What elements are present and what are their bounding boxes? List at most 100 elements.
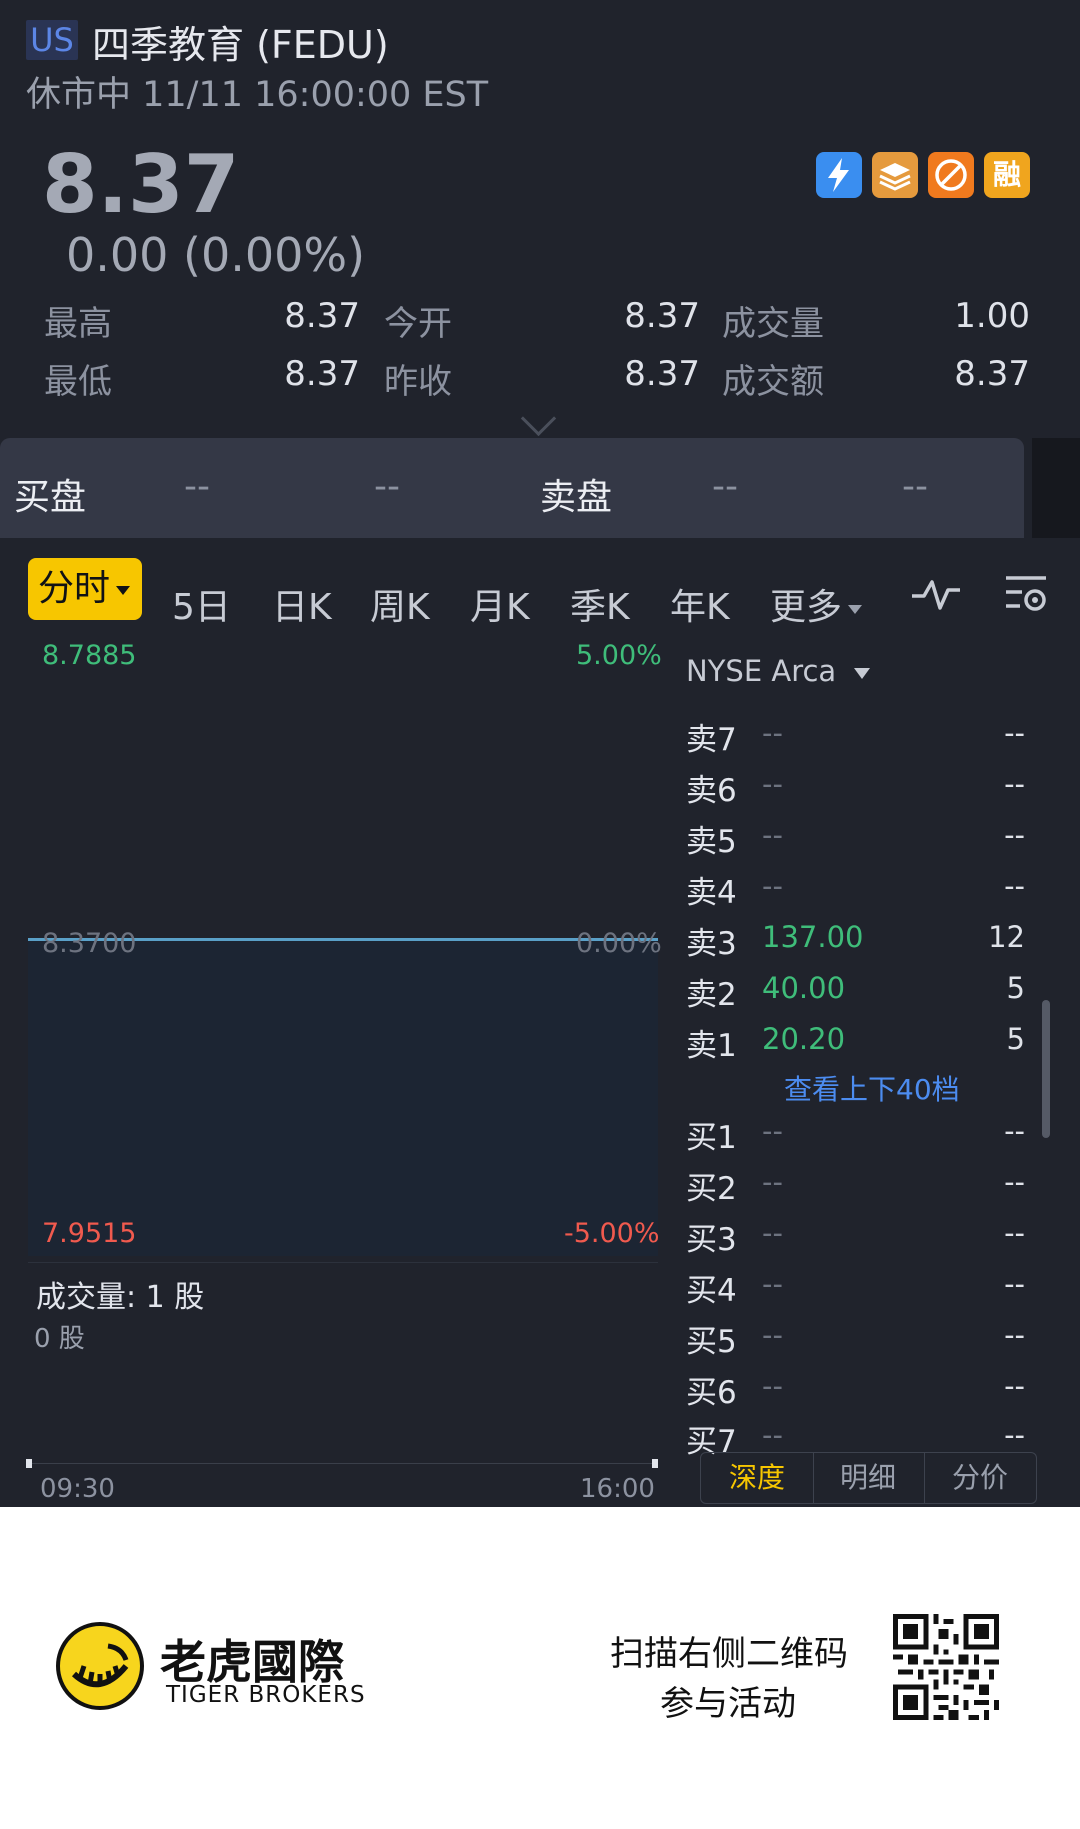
ask-level-price: -- xyxy=(762,818,783,852)
chart-mid-pct: 0.00% xyxy=(576,928,662,959)
chart-bottom-price: 7.9515 xyxy=(42,1218,137,1249)
ask-level-price: -- xyxy=(762,869,783,903)
exchange-selector[interactable]: NYSE Arca xyxy=(686,654,871,688)
volume-value: 1.00 xyxy=(954,296,1030,336)
ask-level-qty: -- xyxy=(1004,716,1025,750)
ask-level-label: 卖2 xyxy=(686,977,737,1013)
market-badge: US xyxy=(26,20,78,60)
ask-level-qty: 5 xyxy=(1006,1022,1025,1056)
high-label: 最高 xyxy=(44,304,112,344)
turnover-value: 8.37 xyxy=(954,354,1030,394)
chart-settings-icon[interactable] xyxy=(1002,570,1050,622)
chart-top-price: 8.7885 xyxy=(42,640,137,671)
time-axis-start-tick xyxy=(26,1459,32,1468)
prev-close-value: 8.37 xyxy=(624,354,700,394)
open-label: 今开 xyxy=(384,304,452,344)
turnover-label: 成交额 xyxy=(722,362,824,402)
price-change: 0.00 (0.00%) xyxy=(66,228,366,282)
ask-label: 卖盘 xyxy=(540,477,613,518)
last-price: 8.37 xyxy=(42,138,240,231)
tab-more[interactable]: 更多 xyxy=(770,578,863,630)
bid-level-price: -- xyxy=(762,1369,783,1403)
bid-level-qty: -- xyxy=(1004,1369,1025,1403)
bid-level-qty: -- xyxy=(1004,1418,1025,1452)
tab-detail[interactable]: 明细 xyxy=(812,1452,925,1504)
tab-monthly-k[interactable]: 月K xyxy=(470,578,530,630)
bid-level-qty: -- xyxy=(1004,1318,1025,1352)
ask-level-label: 卖6 xyxy=(686,773,737,809)
tab-intraday[interactable]: 分时 xyxy=(28,558,142,620)
low-label: 最低 xyxy=(44,362,112,402)
chart-top-pct: 5.00% xyxy=(576,640,662,671)
ask-level-label: 卖7 xyxy=(686,722,737,758)
time-end: 16:00 xyxy=(580,1474,655,1504)
ask-value-2: -- xyxy=(902,466,928,507)
ask-level-price: -- xyxy=(762,767,783,801)
ask-level-price: 137.00 xyxy=(762,920,864,954)
bid-level-price: -- xyxy=(762,1418,783,1452)
stock-title: 四季教育 (FEDU) xyxy=(92,23,389,67)
high-value: 8.37 xyxy=(284,296,360,336)
caret-down-icon xyxy=(848,604,863,614)
tab-5day[interactable]: 5日 xyxy=(172,578,231,630)
bid-level-label: 买1 xyxy=(686,1120,737,1156)
ask-level-qty: 5 xyxy=(1006,971,1025,1005)
bid-level-qty: -- xyxy=(1004,1216,1025,1250)
tab-depth[interactable]: 深度 xyxy=(700,1452,814,1504)
qr-code-icon[interactable] xyxy=(893,1614,999,1720)
exchange-name: NYSE Arca xyxy=(686,654,837,688)
chart-mid-price: 8.3700 xyxy=(42,928,137,959)
market-status: 休市中 11/11 16:00:00 EST xyxy=(26,75,489,115)
volume-summary-label: 成交量: xyxy=(36,1280,137,1315)
indicator-wave-icon[interactable] xyxy=(910,574,962,618)
book-stack-icon[interactable] xyxy=(872,152,918,198)
bid-level-label: 买2 xyxy=(686,1171,737,1207)
bid-level-price: -- xyxy=(762,1165,783,1199)
bid-level-price: -- xyxy=(762,1114,783,1148)
bid-level-label: 买5 xyxy=(686,1324,737,1360)
open-value: 8.37 xyxy=(624,296,700,336)
view-40-levels-link[interactable]: 查看上下40档 xyxy=(784,1068,960,1108)
bid-level-qty: -- xyxy=(1004,1165,1025,1199)
bid-label: 买盘 xyxy=(14,477,87,518)
tab-quarterly-k[interactable]: 季K xyxy=(570,578,630,630)
tab-price-breakdown[interactable]: 分价 xyxy=(924,1452,1037,1504)
bid-level-qty: -- xyxy=(1004,1267,1025,1301)
lightning-icon[interactable] xyxy=(816,152,862,198)
caret-down-icon xyxy=(116,585,131,595)
brand-name-en: TIGER BROKERS xyxy=(166,1682,366,1708)
bid-ask-bar xyxy=(0,438,1024,538)
volume-label: 成交量 xyxy=(722,304,824,344)
caret-down-icon xyxy=(854,667,871,679)
bid-level-price: -- xyxy=(762,1318,783,1352)
intraday-chart-area[interactable] xyxy=(28,938,658,1256)
promo-line-1: 扫描右侧二维码 xyxy=(610,1634,848,1674)
margin-tag[interactable]: 融 xyxy=(984,152,1030,198)
tab-yearly-k[interactable]: 年K xyxy=(670,578,730,630)
ask-level-label: 卖4 xyxy=(686,875,737,911)
ask-level-qty: -- xyxy=(1004,869,1025,903)
tiger-logo-icon xyxy=(56,1622,144,1710)
bid-value-2: -- xyxy=(374,466,400,507)
bid-level-label: 买6 xyxy=(686,1375,737,1411)
ask-value-1: -- xyxy=(712,466,738,507)
no-short-icon[interactable] xyxy=(928,152,974,198)
bid-level-label: 买4 xyxy=(686,1273,737,1309)
ask-level-label: 卖5 xyxy=(686,824,737,860)
orderbook-scrollbar[interactable] xyxy=(1042,1000,1050,1138)
tab-intraday-label: 分时 xyxy=(38,568,111,609)
tab-daily-k[interactable]: 日K xyxy=(272,578,332,630)
ask-level-qty: -- xyxy=(1004,767,1025,801)
ask-level-price: -- xyxy=(762,716,783,750)
promo-line-2: 参与活动 xyxy=(660,1684,796,1724)
volume-summary-value: 1 股 xyxy=(145,1280,205,1315)
bid-level-label: 买3 xyxy=(686,1222,737,1258)
chart-bottom-pct: -5.00% xyxy=(564,1218,660,1249)
time-start: 09:30 xyxy=(40,1474,115,1504)
ask-level-label: 卖1 xyxy=(686,1028,737,1064)
bid-value-1: -- xyxy=(184,466,210,507)
tab-weekly-k[interactable]: 周K xyxy=(370,578,430,630)
bid-level-price: -- xyxy=(762,1267,783,1301)
low-value: 8.37 xyxy=(284,354,360,394)
time-axis-end-tick xyxy=(652,1459,658,1468)
